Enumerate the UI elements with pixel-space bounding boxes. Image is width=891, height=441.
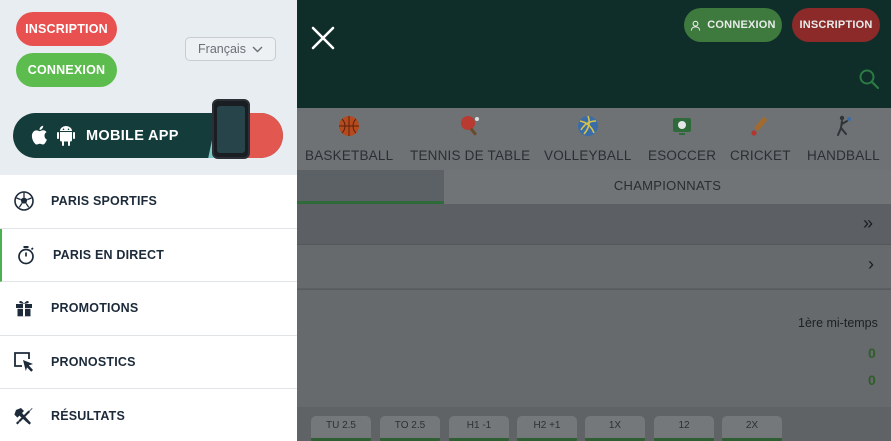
odd-button[interactable]: TO 2.5 — [380, 416, 440, 441]
menu-item-paris-en-direct[interactable]: PARIS EN DIRECT — [0, 228, 297, 283]
drawer-menu: PARIS SPORTIFS PARIS EN DIRECT PROMOTION… — [0, 175, 297, 441]
score-away: 0 — [868, 372, 876, 388]
user-icon — [691, 20, 701, 31]
sport-label: BASKETBALL — [305, 148, 394, 163]
menu-item-pronostics[interactable]: PRONOSTICS — [0, 336, 297, 390]
soccer-ball-icon — [13, 190, 35, 212]
odd-button[interactable]: 2X — [722, 416, 782, 441]
odd-label: TU 2.5 — [325, 420, 356, 431]
event-row[interactable]: › — [297, 244, 891, 288]
odd-label: H1 -1 — [466, 420, 492, 431]
menu-label: PROMOTIONS — [51, 301, 139, 316]
double-chevron-right-icon: » — [863, 213, 874, 233]
chevron-right-icon: › — [868, 254, 874, 274]
sport-label: TENNIS DE TABLE — [410, 148, 531, 163]
search-icon[interactable] — [858, 68, 880, 90]
mobile-app-label: MOBILE APP — [86, 127, 179, 144]
odds-bar: TU 2.5 TO 2.5 H1 -1 H2 +1 1X 12 2X — [297, 407, 891, 441]
odd-label: 1X — [608, 420, 622, 431]
sport-esoccer[interactable]: ESOCCER — [648, 114, 716, 163]
cricket-icon — [751, 117, 768, 136]
drawer-header: INSCRIPTION CONNEXION Français MOBILE AP… — [0, 0, 297, 175]
basketball-icon — [339, 116, 360, 136]
side-drawer: INSCRIPTION CONNEXION Français MOBILE AP… — [0, 0, 297, 441]
inscription-button[interactable]: INSCRIPTION — [16, 12, 117, 46]
phone-illustration — [212, 99, 250, 159]
esoccer-icon — [673, 118, 692, 135]
league-row[interactable]: » — [297, 204, 891, 244]
menu-item-resultats[interactable]: RÉSULTATS — [0, 389, 297, 441]
menu-label: PARIS EN DIRECT — [53, 247, 165, 262]
tools-icon — [13, 405, 35, 427]
menu-label: PARIS SPORTIFS — [51, 194, 158, 209]
handball-icon — [837, 115, 852, 136]
sport-label: HANDBALL — [807, 148, 880, 163]
odd-label: H2 +1 — [533, 420, 561, 431]
header-connexion-label: CONNEXION — [707, 19, 776, 31]
sport-tennis-de-table[interactable]: TENNIS DE TABLE — [410, 114, 530, 163]
sport-handball[interactable]: HANDBALL — [807, 114, 880, 163]
cursor-select-icon — [13, 351, 35, 373]
android-icon — [57, 126, 75, 146]
odd-button[interactable]: 1X — [585, 416, 645, 441]
tabs-bar: CHAMPIONNATS — [297, 170, 891, 204]
odd-button[interactable]: H1 -1 — [449, 416, 509, 441]
odd-button[interactable]: H2 +1 — [517, 416, 577, 441]
gift-icon — [13, 297, 35, 319]
match-period: 1ère mi-temps — [798, 316, 878, 330]
apple-icon — [31, 125, 47, 145]
volleyball-icon — [577, 115, 598, 136]
odd-button[interactable]: 12 — [654, 416, 714, 441]
odd-label: TO 2.5 — [394, 420, 426, 431]
sport-label: ESOCCER — [648, 148, 717, 163]
connexion-button[interactable]: CONNEXION — [16, 53, 117, 87]
stopwatch-icon — [15, 244, 37, 266]
menu-label: PRONOSTICS — [51, 355, 136, 370]
sport-volleyball[interactable]: VOLLEYBALL — [544, 114, 632, 163]
match-row[interactable] — [297, 289, 891, 407]
menu-item-paris-sportifs[interactable]: PARIS SPORTIFS — [0, 175, 297, 229]
odd-label: 12 — [678, 420, 690, 431]
language-select[interactable]: Français — [185, 37, 276, 61]
score-home: 0 — [868, 345, 876, 361]
odd-label: 2X — [745, 420, 759, 431]
sports-bar: BASKETBALL TENNIS DE TABLE VOLLEYBALL ES… — [297, 108, 891, 170]
language-value: Français — [198, 42, 246, 56]
header-inscription-label: INSCRIPTION — [799, 19, 873, 31]
sport-basketball[interactable]: BASKETBALL — [305, 114, 393, 163]
tab-live[interactable] — [297, 170, 444, 204]
sport-cricket[interactable]: CRICKET — [730, 114, 791, 163]
header-inscription-button[interactable]: INSCRIPTION — [792, 8, 880, 42]
sport-label: CRICKET — [730, 148, 791, 163]
sport-label: VOLLEYBALL — [544, 148, 632, 163]
chevron-down-icon — [252, 46, 263, 52]
header-connexion-button[interactable]: CONNEXION — [684, 8, 782, 42]
tab-championnats[interactable]: CHAMPIONNATS — [444, 170, 891, 204]
menu-item-promotions[interactable]: PROMOTIONS — [0, 282, 297, 336]
table-tennis-icon — [461, 116, 480, 136]
close-icon[interactable] — [310, 25, 336, 51]
menu-label: RÉSULTATS — [51, 408, 126, 423]
odd-button[interactable]: TU 2.5 — [311, 416, 371, 441]
